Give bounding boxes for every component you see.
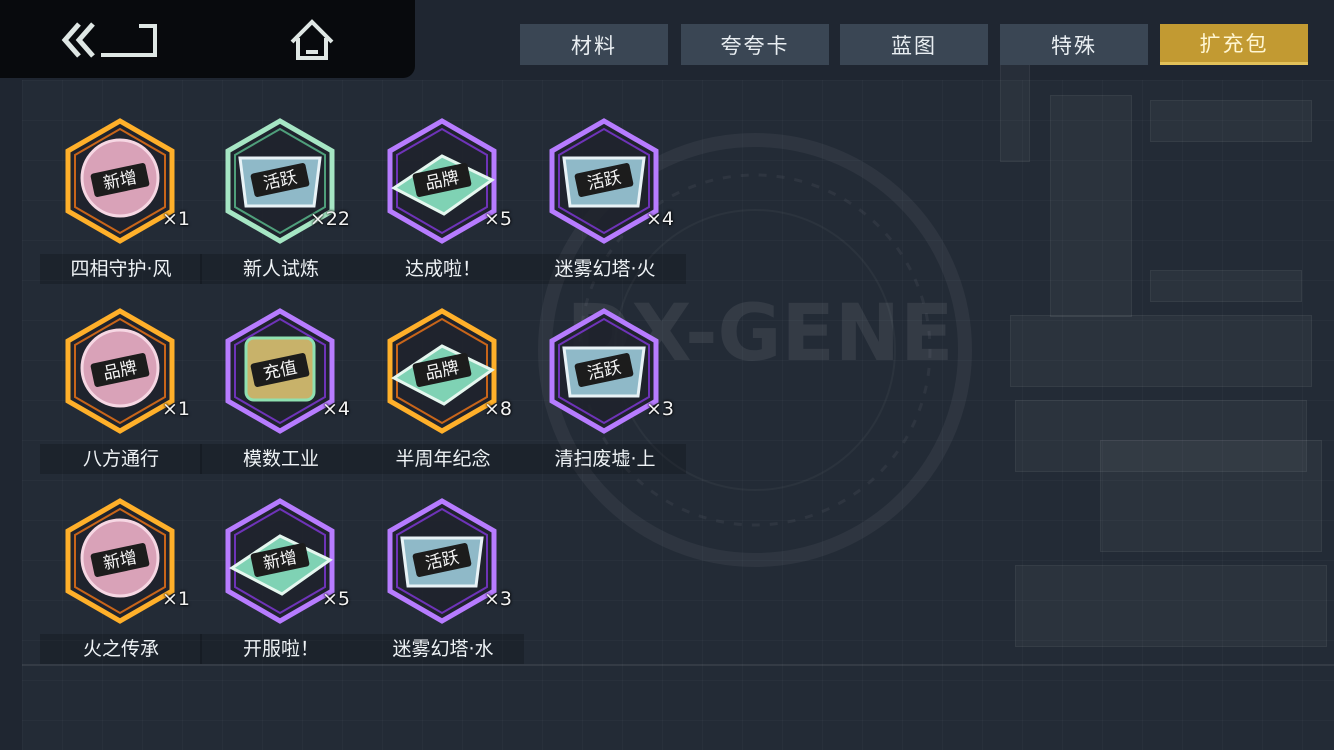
item-quantity: ×8 — [483, 398, 512, 420]
tab-blueprints[interactable]: 蓝图 — [840, 24, 988, 65]
item-name: 火之传承 — [40, 634, 202, 664]
expansion-pack-item[interactable]: 品牌 ×8 半周年纪念 — [362, 308, 524, 488]
expansion-pack-item[interactable]: 充值 ×4 模数工业 — [200, 308, 362, 488]
home-button[interactable] — [282, 14, 342, 66]
item-quantity: ×22 — [309, 208, 350, 230]
expansion-pack-item[interactable]: 活跃 ×4 迷雾幻塔·火 — [524, 118, 686, 298]
item-name: 半周年纪念 — [362, 444, 524, 474]
item-name: 四相守护·风 — [40, 254, 202, 284]
tab-expansion-packs[interactable]: 扩充包 — [1160, 24, 1308, 65]
item-name: 达成啦！ — [362, 254, 524, 284]
expansion-pack-item[interactable]: 品牌 ×5 达成啦！ — [362, 118, 524, 298]
item-name: 八方通行 — [40, 444, 202, 474]
expansion-pack-item[interactable]: 新增 ×1 四相守护·风 — [40, 118, 202, 298]
double-chevron-back-icon — [61, 22, 157, 58]
expansion-pack-item[interactable]: 活跃 ×22 新人试炼 — [200, 118, 362, 298]
item-quantity: ×5 — [321, 588, 350, 610]
item-name: 新人试炼 — [200, 254, 362, 284]
tab-materials[interactable]: 材料 — [520, 24, 668, 65]
home-icon — [290, 19, 334, 60]
item-name: 清扫废墟·上 — [524, 444, 686, 474]
item-quantity: ×3 — [645, 398, 674, 420]
background-block — [1150, 270, 1302, 302]
background-block — [1050, 95, 1132, 317]
expansion-pack-item[interactable]: 活跃 ×3 清扫废墟·上 — [524, 308, 686, 488]
background-block — [1000, 60, 1030, 162]
background-block — [1150, 100, 1312, 142]
back-button[interactable] — [55, 14, 167, 66]
expansion-pack-item[interactable]: 活跃 ×3 迷雾幻塔·水 — [362, 498, 524, 678]
item-quantity: ×1 — [161, 588, 190, 610]
item-quantity: ×5 — [483, 208, 512, 230]
item-quantity: ×1 — [161, 398, 190, 420]
background-block — [1015, 565, 1327, 647]
background-block — [1010, 315, 1312, 387]
item-quantity: ×4 — [321, 398, 350, 420]
item-name: 开服啦！ — [200, 634, 362, 664]
expansion-pack-item[interactable]: 品牌 ×1 八方通行 — [40, 308, 202, 488]
expansion-pack-item[interactable]: 新增 ×1 火之传承 — [40, 498, 202, 678]
background-block — [1100, 440, 1322, 552]
item-name: 模数工业 — [200, 444, 362, 474]
item-name: 迷雾幻塔·水 — [362, 634, 524, 664]
item-quantity: ×1 — [161, 208, 190, 230]
item-quantity: ×4 — [645, 208, 674, 230]
tab-special[interactable]: 特殊 — [1000, 24, 1148, 65]
tab-praise-cards[interactable]: 夸夸卡 — [681, 24, 829, 65]
item-name: 迷雾幻塔·火 — [524, 254, 686, 284]
top-nav-bar — [0, 0, 415, 78]
expansion-pack-item[interactable]: 新增 ×5 开服啦！ — [200, 498, 362, 678]
item-quantity: ×3 — [483, 588, 512, 610]
